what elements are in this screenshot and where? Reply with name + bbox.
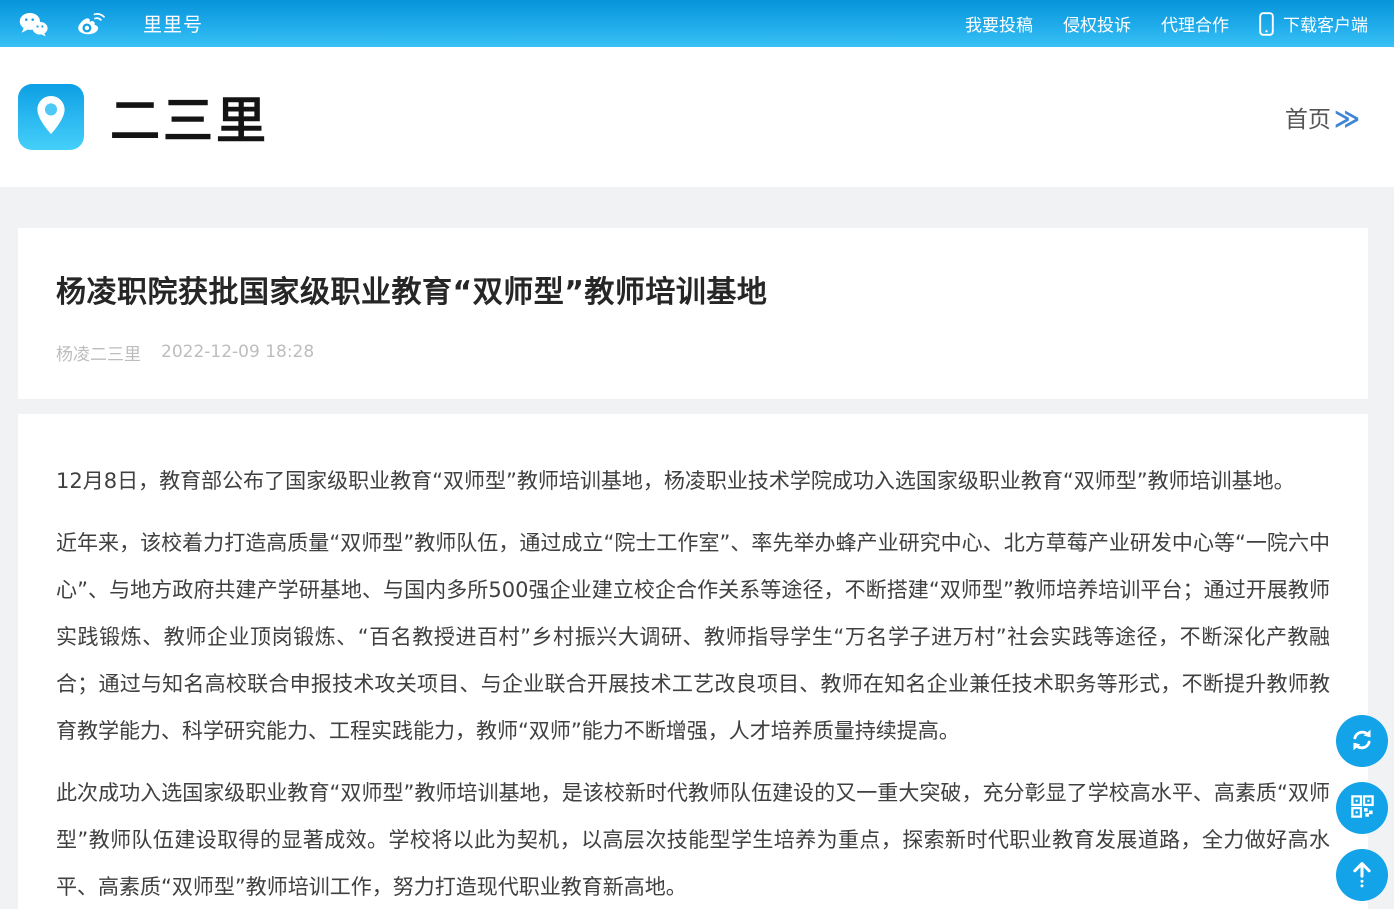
wechat-icon[interactable] [18, 11, 49, 37]
qrcode-button[interactable] [1336, 782, 1388, 834]
article-paragraph: 12月8日，教育部公布了国家级职业教育“双师型”教师培训基地，杨凌职业技术学院成… [56, 458, 1330, 505]
qrcode-icon [1349, 793, 1376, 823]
article-body-card: 12月8日，教育部公布了国家级职业教育“双师型”教师培训基地，杨凌职业技术学院成… [18, 414, 1368, 909]
site-name: 二三里 [110, 81, 269, 153]
site-header: 二三里 首页≫ [0, 47, 1394, 187]
article-paragraph: 此次成功入选国家级职业教育“双师型”教师培训基地，是该校新时代教师队伍建设的又一… [56, 770, 1330, 909]
article-published-time: 2022-12-09 18:28 [161, 342, 314, 362]
weibo-icon[interactable] [73, 11, 105, 37]
brand-label[interactable]: 里里号 [143, 10, 203, 37]
agency-cooperation-link[interactable]: 代理合作 [1161, 11, 1229, 36]
page-content: 杨凌职院获批国家级职业教育“双师型”教师培训基地 杨凌二三里 2022-12-0… [0, 187, 1394, 909]
floating-button-stack [1336, 715, 1388, 901]
back-to-top-button[interactable] [1336, 849, 1388, 901]
download-app-link[interactable]: 下载客户端 [1259, 11, 1368, 36]
submit-article-link[interactable]: 我要投稿 [965, 11, 1033, 36]
article-meta: 杨凌二三里 2022-12-09 18:28 [56, 340, 1330, 365]
phone-icon [1259, 12, 1274, 36]
refresh-icon [1348, 726, 1376, 757]
map-pin-icon [28, 92, 74, 142]
site-logo[interactable] [18, 84, 84, 150]
article-title-card: 杨凌职院获批国家级职业教育“双师型”教师培训基地 杨凌二三里 2022-12-0… [18, 228, 1368, 399]
chevron-right-double-icon: ≫ [1334, 104, 1360, 133]
article-title: 杨凌职院获批国家级职业教育“双师型”教师培训基地 [56, 274, 1330, 312]
report-infringement-link[interactable]: 侵权投诉 [1063, 11, 1131, 36]
refresh-button[interactable] [1336, 715, 1388, 767]
topbar-links: 我要投稿 侵权投诉 代理合作 下载客户端 [935, 11, 1368, 36]
arrow-up-icon [1348, 859, 1376, 892]
topbar-left: 里里号 [18, 10, 203, 37]
article-author: 杨凌二三里 [56, 340, 141, 365]
article-paragraph: 近年来，该校着力打造高质量“双师型”教师队伍，通过成立“院士工作室”、率先举办蜂… [56, 520, 1330, 755]
topbar: 里里号 我要投稿 侵权投诉 代理合作 下载客户端 [0, 0, 1394, 47]
home-link[interactable]: 首页≫ [1285, 100, 1360, 134]
